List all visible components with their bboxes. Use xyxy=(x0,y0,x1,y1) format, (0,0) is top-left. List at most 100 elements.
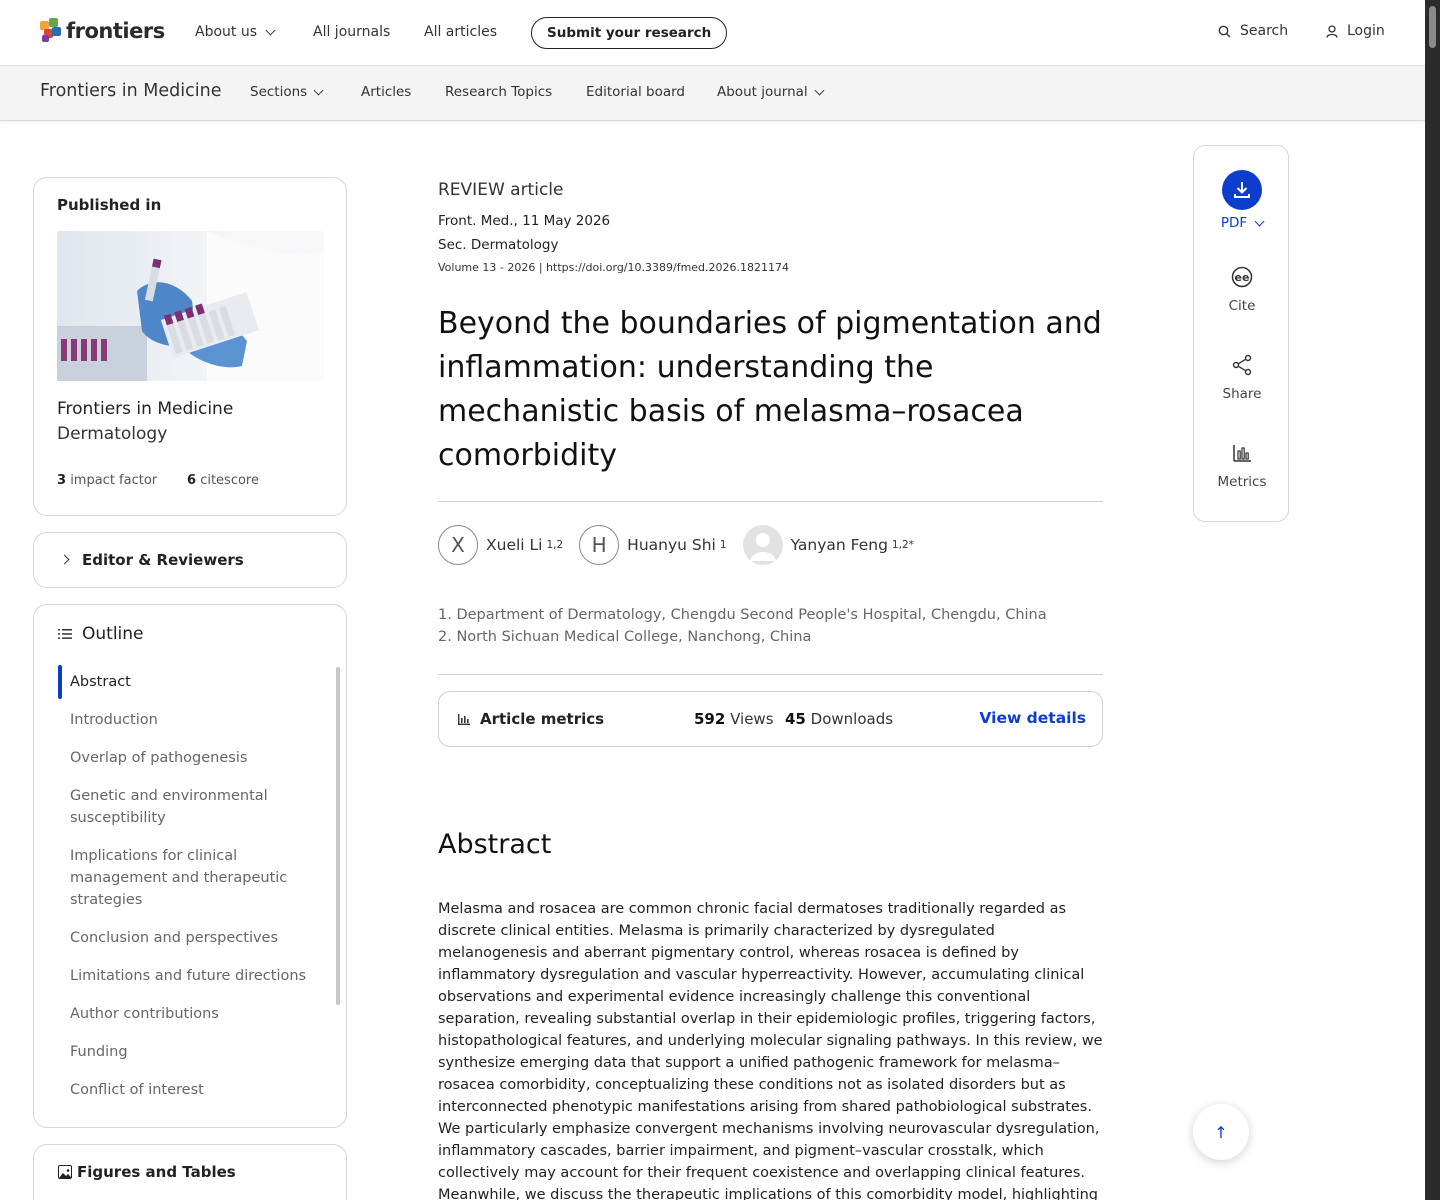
metrics-label: Metrics xyxy=(1217,474,1267,490)
nav-about-us[interactable]: About us xyxy=(195,24,276,40)
impact-factor-value: 3 xyxy=(57,473,67,488)
journal-navigation: Frontiers in Medicine Sections Articles … xyxy=(0,66,1425,121)
impact-factor-label: impact factor xyxy=(70,473,158,488)
outline-item-funding[interactable]: Funding xyxy=(58,1035,318,1069)
outline-item-conclusion[interactable]: Conclusion and perspectives xyxy=(58,921,318,955)
search-icon xyxy=(1218,25,1231,37)
affiliation-2: 2. North Sichuan Medical College, Nancho… xyxy=(438,629,812,645)
chevron-right-icon xyxy=(59,554,70,565)
pdf-download-button[interactable]: PDF xyxy=(1194,170,1290,231)
article-metrics-box: Article metrics 592 Views 45 Downloads V… xyxy=(438,691,1103,747)
pdf-label-text: PDF xyxy=(1220,215,1248,231)
svg-text:ee: ee xyxy=(1235,271,1250,284)
article-type: REVIEW article xyxy=(438,180,564,200)
author-list: X Xueli Li 1,2 H Huanyu Shi 1 Yanyan Fen… xyxy=(438,525,930,565)
article-metrics-label: Article metrics xyxy=(480,710,605,728)
chevron-down-icon xyxy=(265,25,276,35)
scrollbar-thumb[interactable] xyxy=(1429,6,1436,48)
nav-sections[interactable]: Sections xyxy=(250,84,324,100)
published-in-heading: Published in xyxy=(57,196,162,214)
bar-chart-icon xyxy=(458,714,470,725)
nav-research-topics[interactable]: Research Topics xyxy=(445,84,552,100)
outline-item-conflict[interactable]: Conflict of interest xyxy=(58,1073,318,1107)
outline-card: Outline Abstract Introduction Overlap of… xyxy=(33,604,347,1128)
author-name: Huanyu Shi xyxy=(627,536,716,554)
arrow-up-icon: ↑ xyxy=(1214,1122,1228,1142)
outline-item-abstract[interactable]: Abstract xyxy=(58,665,318,699)
author-affiliation-marker: 1 xyxy=(719,539,727,551)
login-label: Login xyxy=(1347,23,1385,39)
submit-research-button[interactable]: Submit your research xyxy=(531,17,728,49)
search-button[interactable]: Search xyxy=(1218,23,1288,39)
editor-reviewers-toggle[interactable]: Editor & Reviewers xyxy=(33,532,347,588)
outline-item-author-contributions[interactable]: Author contributions xyxy=(58,997,318,1031)
abstract-heading: Abstract xyxy=(438,829,552,860)
divider xyxy=(438,674,1103,675)
logo-mark-icon xyxy=(40,18,62,44)
nav-articles[interactable]: Articles xyxy=(361,84,411,100)
pdf-label: PDF xyxy=(1194,215,1290,231)
chevron-down-icon xyxy=(814,85,825,95)
frontiers-logo[interactable]: frontiers xyxy=(40,18,165,44)
outline-list: Abstract Introduction Overlap of pathoge… xyxy=(58,665,318,1111)
user-icon xyxy=(1326,24,1338,38)
search-label: Search xyxy=(1240,23,1289,39)
nav-about-us-label: About us xyxy=(195,24,258,40)
page: frontiers About us All journals All arti… xyxy=(0,0,1425,1200)
nav-sections-label: Sections xyxy=(250,84,308,100)
published-journal-name[interactable]: Frontiers in Medicine xyxy=(57,399,233,419)
author-affiliation-marker: 1,2* xyxy=(891,539,914,551)
impact-factor: 3 impact factor xyxy=(57,473,157,488)
views-stat: 592 Views xyxy=(694,710,774,728)
outline-item-implications[interactable]: Implications for clinical management and… xyxy=(58,839,318,917)
avatar-placeholder-icon xyxy=(742,525,783,565)
article-actions-rail: PDF ee Cite Share Metrics xyxy=(1193,145,1289,522)
downloads-value: 45 xyxy=(785,710,806,728)
top-navigation: frontiers About us All journals All arti… xyxy=(0,0,1425,66)
abstract-text: Melasma and rosacea are common chronic f… xyxy=(438,901,1103,1200)
view-details-link[interactable]: View details xyxy=(979,709,1086,727)
journal-title[interactable]: Frontiers in Medicine xyxy=(40,81,221,101)
citescore-value: 6 xyxy=(187,473,197,488)
downloads-label: Downloads xyxy=(810,710,894,728)
article-title: Beyond the boundaries of pigmentation an… xyxy=(438,306,1102,473)
share-button[interactable]: Share xyxy=(1194,354,1290,402)
outline-heading: Outline xyxy=(82,624,144,644)
published-in-card: Published in Frontiers in Medicine Derma… xyxy=(33,177,347,516)
outline-scrollbar[interactable] xyxy=(336,667,340,1005)
figures-tables-card[interactable]: Figures and Tables xyxy=(33,1144,347,1200)
download-icon xyxy=(1222,170,1262,210)
avatar: H xyxy=(579,525,620,565)
views-label: Views xyxy=(730,710,774,728)
nav-all-journals[interactable]: All journals xyxy=(313,24,390,40)
window-scrollbar[interactable] xyxy=(1425,0,1440,1200)
cite-button[interactable]: ee Cite xyxy=(1194,266,1290,314)
outline-item-overlap[interactable]: Overlap of pathogenesis xyxy=(58,741,318,775)
article-journal-date: Front. Med., 11 May 2026 xyxy=(438,213,611,229)
outline-item-genetic[interactable]: Genetic and environmental susceptibility xyxy=(58,779,318,835)
nav-editorial-board[interactable]: Editorial board xyxy=(586,84,685,100)
author-item[interactable]: H Huanyu Shi 1 xyxy=(579,525,727,565)
metrics-button[interactable]: Metrics xyxy=(1194,442,1290,490)
published-section-name[interactable]: Dermatology xyxy=(57,424,167,444)
editor-reviewers-label: Editor & Reviewers xyxy=(82,551,244,569)
author-name: Xueli Li xyxy=(486,536,543,554)
journal-cover-image[interactable] xyxy=(57,231,324,381)
share-label: Share xyxy=(1222,386,1262,402)
cite-label: Cite xyxy=(1228,298,1256,314)
outline-item-introduction[interactable]: Introduction xyxy=(58,703,318,737)
back-to-top-button[interactable]: ↑ xyxy=(1193,1104,1249,1160)
chevron-down-icon xyxy=(313,85,324,95)
article-section[interactable]: Sec. Dermatology xyxy=(438,237,558,253)
quote-icon: ee xyxy=(1231,266,1253,288)
outline-item-limitations[interactable]: Limitations and future directions xyxy=(58,959,318,993)
logo-text: frontiers xyxy=(66,19,165,43)
author-item[interactable]: Yanyan Feng 1,2* xyxy=(742,525,914,565)
image-icon xyxy=(58,1165,72,1179)
article-volume-doi[interactable]: Volume 13 - 2026 | https://doi.org/10.33… xyxy=(438,261,789,274)
nav-all-articles[interactable]: All articles xyxy=(424,24,497,40)
figures-tables-label: Figures and Tables xyxy=(77,1163,236,1181)
nav-about-journal[interactable]: About journal xyxy=(717,84,825,100)
login-button[interactable]: Login xyxy=(1326,23,1385,39)
author-item[interactable]: X Xueli Li 1,2 xyxy=(438,525,563,565)
